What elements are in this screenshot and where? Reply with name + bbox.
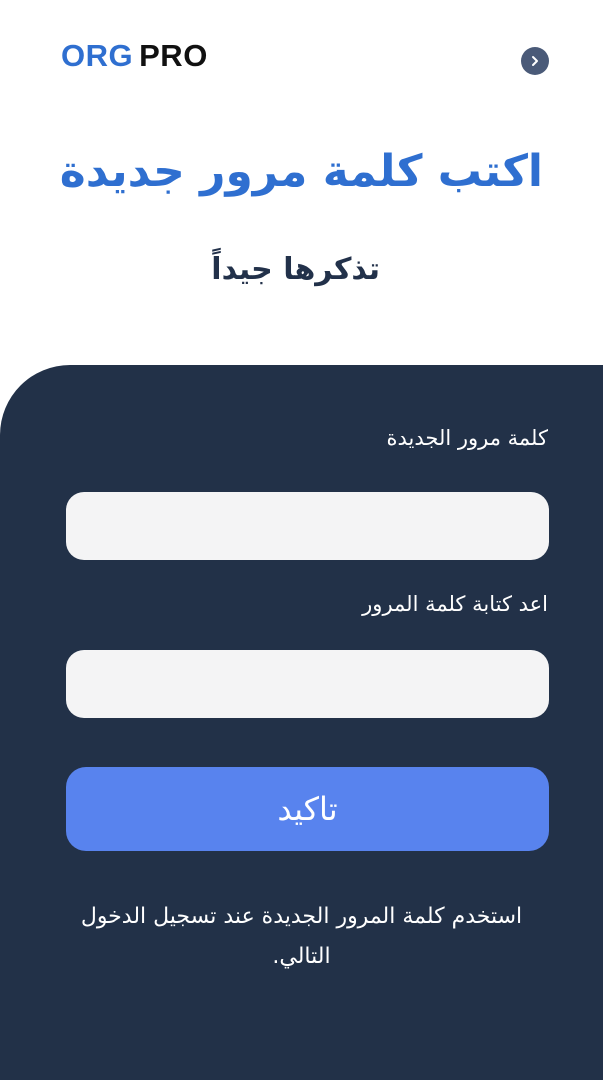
page-subtitle: تذكرها جيداً xyxy=(211,252,380,287)
confirm-button[interactable]: تاكيد xyxy=(66,767,549,851)
new-password-label: كلمة مرور الجديدة xyxy=(386,426,549,450)
logo-org-text: ORG xyxy=(61,38,134,73)
info-note: استخدم كلمة المرور الجديدة عند تسجيل الد… xyxy=(80,904,523,969)
confirm-password-field[interactable] xyxy=(66,650,549,718)
password-form-panel: كلمة مرور الجديدة اعد كتابة كلمة المرور … xyxy=(0,365,603,1080)
reset-password-screen: ORG PRO اكتب كلمة مرور جديدة تذكرها جيداً… xyxy=(0,0,603,1080)
new-password-field[interactable] xyxy=(66,492,549,560)
page-title: اكتب كلمة مرور جديدة xyxy=(59,146,543,197)
chevron-right-icon xyxy=(532,56,538,66)
back-button[interactable] xyxy=(521,47,549,75)
app-logo: ORG PRO xyxy=(61,38,208,74)
confirm-password-label: اعد كتابة كلمة المرور xyxy=(362,592,548,616)
logo-pro-text: PRO xyxy=(139,38,208,73)
